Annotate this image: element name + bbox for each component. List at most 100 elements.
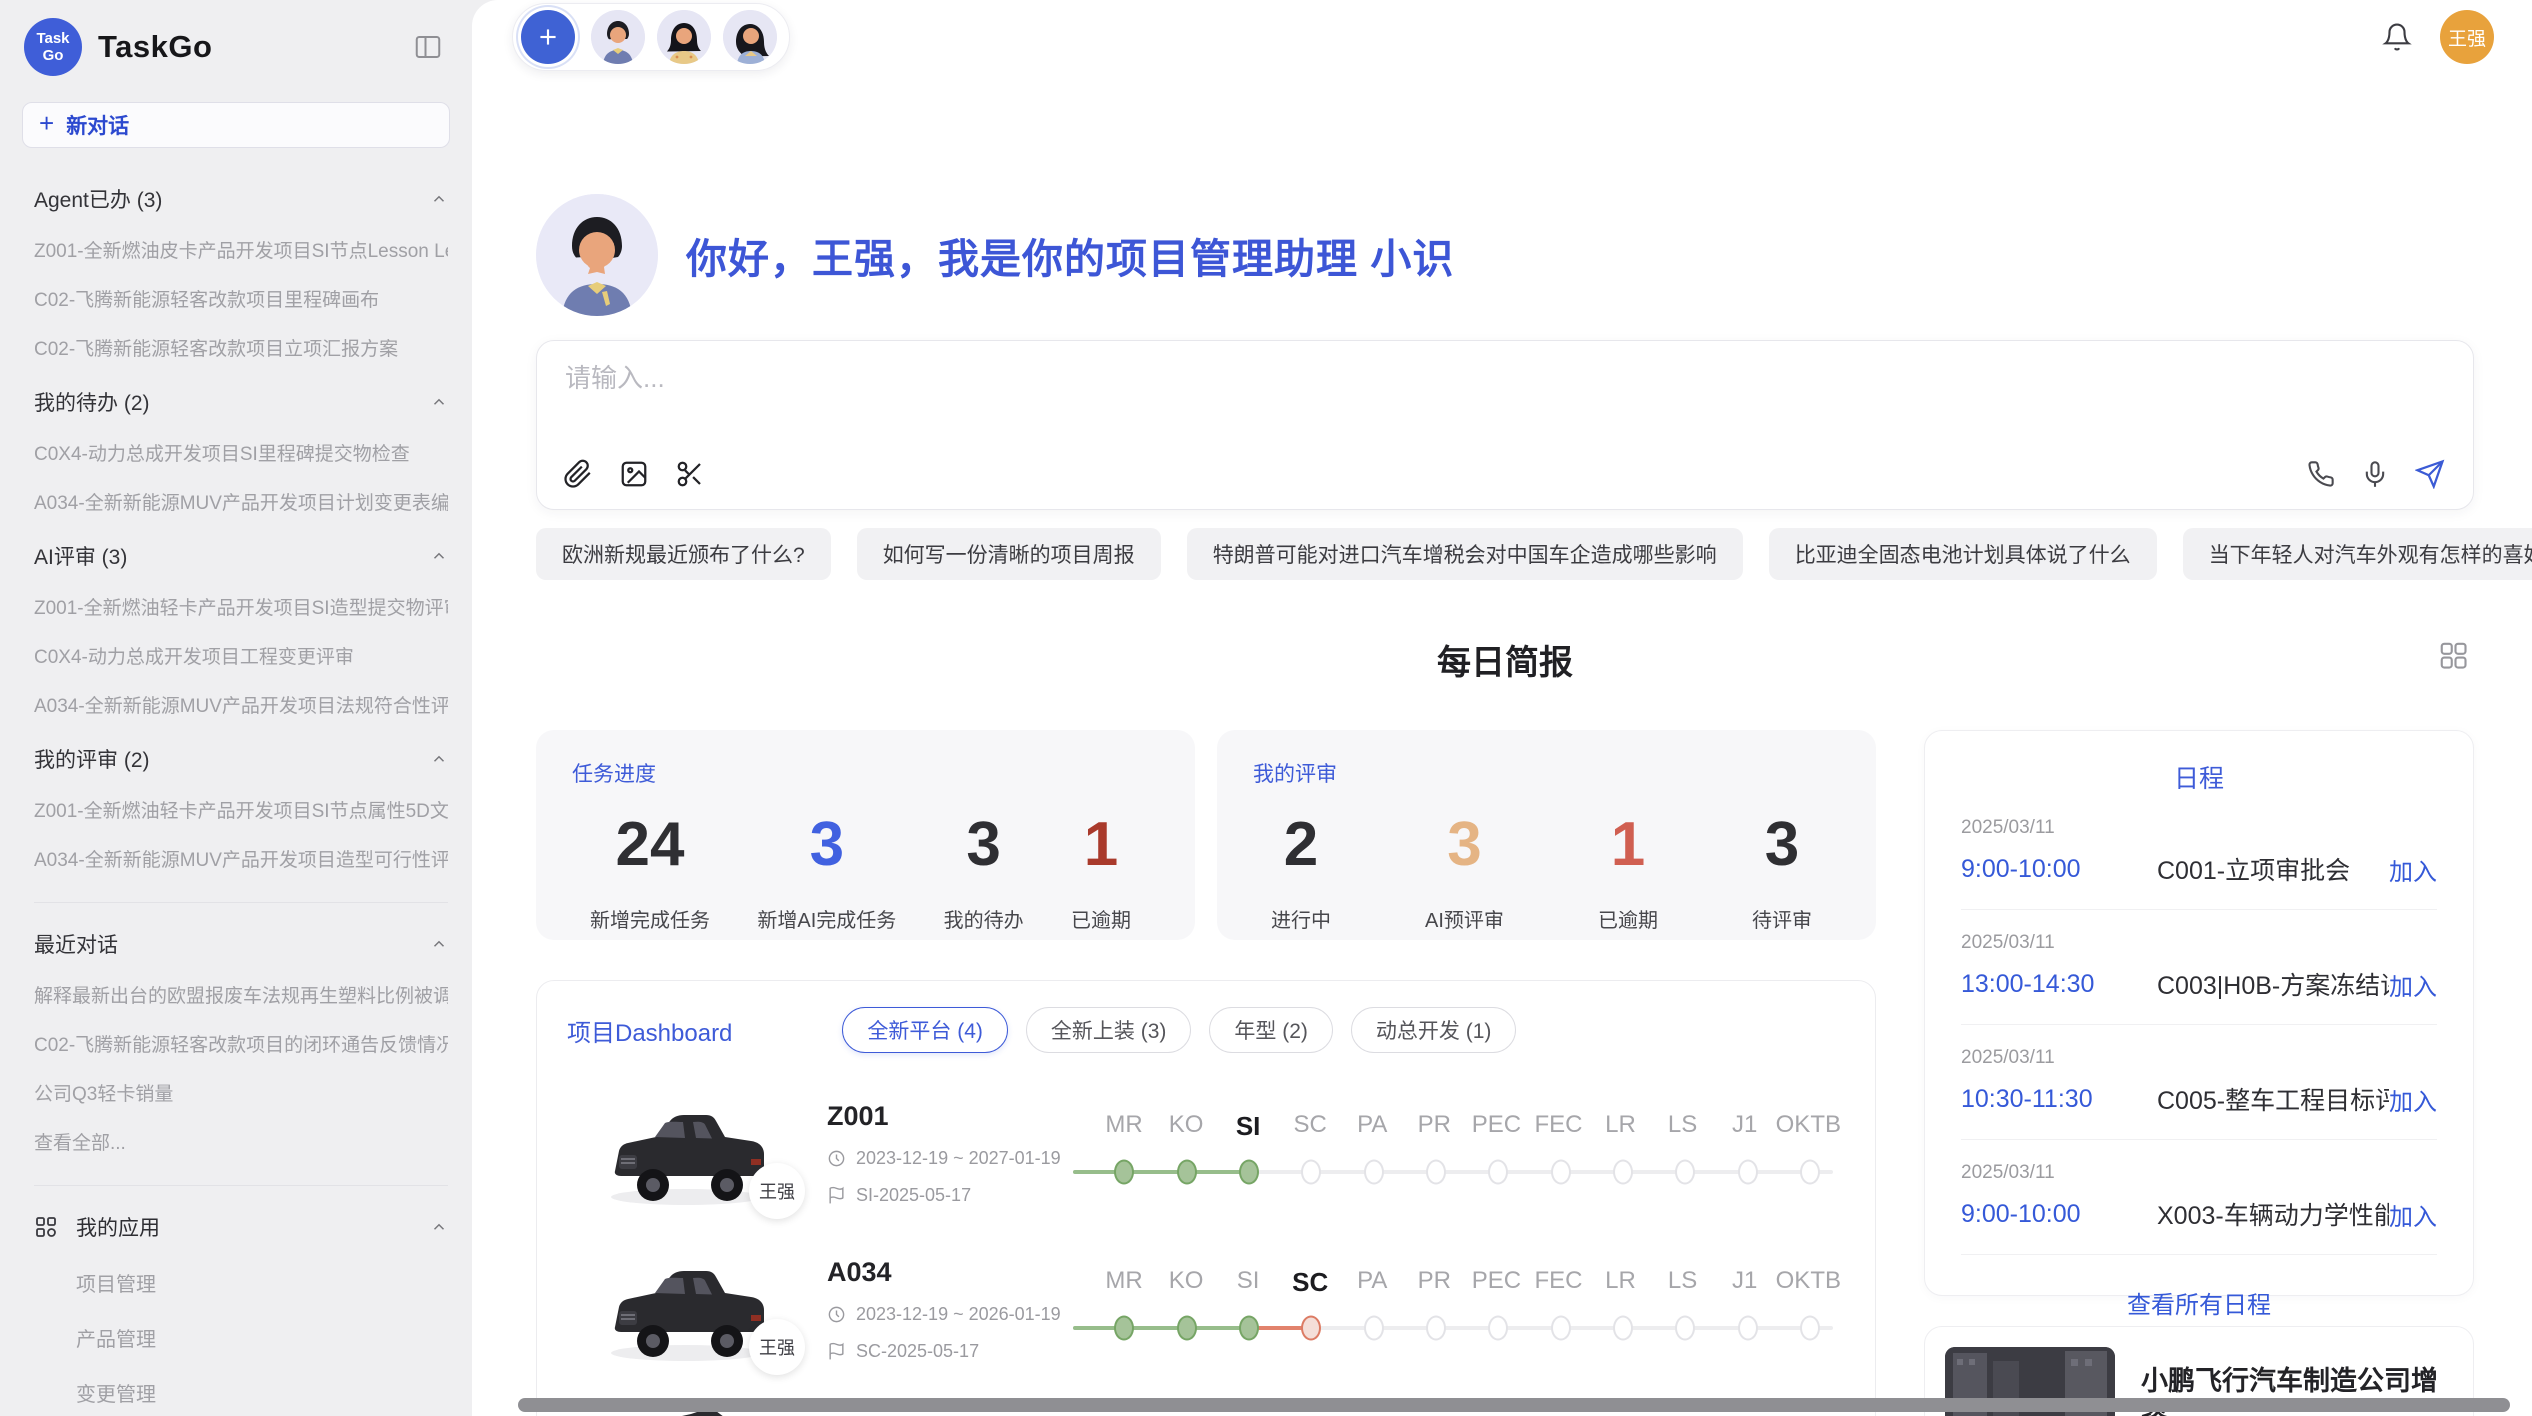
chevron-up-icon[interactable] xyxy=(430,1218,448,1236)
milestone-dot xyxy=(1114,1315,1134,1340)
stat-cells: 2 进行中 3 AI预评审 1 已逾期 xyxy=(1253,810,1840,933)
suggestion-chip[interactable]: 比亚迪全固态电池计划具体说了什么 xyxy=(1769,528,2157,580)
clock-icon xyxy=(827,1305,846,1324)
main-area: 王强 你好，王强，我是你的项目管理助理 小识 欧洲新规最近颁布了什么? xyxy=(472,0,2532,1416)
list-item[interactable]: Z001-全新燃油皮卡产品开发项目SI节点Lesson Learn报告 xyxy=(34,236,448,263)
stat-label: 新增完成任务 xyxy=(590,904,710,933)
dashboard-title: 项目Dashboard xyxy=(567,1013,732,1048)
tab-powertrain[interactable]: 动总开发 (1) xyxy=(1351,1007,1517,1053)
attach-icon[interactable] xyxy=(563,459,593,489)
plus-icon: + xyxy=(39,108,54,139)
notification-bell-icon[interactable] xyxy=(2382,22,2412,52)
view-all-recent[interactable]: 查看全部... xyxy=(34,1128,448,1155)
list-item[interactable]: C0X4-动力总成开发项目工程变更评审 xyxy=(34,642,448,669)
milestone-dot xyxy=(1177,1159,1197,1184)
stats-row: 任务进度 24 新增完成任务 3 新增AI完成任务 3 xyxy=(536,730,1876,940)
sidebar-item-project-mgmt[interactable]: 项目管理 xyxy=(34,1268,448,1297)
send-icon[interactable] xyxy=(2415,459,2445,489)
list-item[interactable]: 公司Q3轻卡销量 xyxy=(34,1079,448,1106)
milestone-dot xyxy=(1114,1159,1134,1184)
list-item[interactable]: 解释最新出台的欧盟报废车法规再生塑料比例被调至15%... xyxy=(34,981,448,1008)
right-column: 日程 2025/03/11 9:00-10:00 C001-立项审批会 加入 2… xyxy=(1924,730,2474,1416)
mic-icon[interactable] xyxy=(2361,460,2389,488)
section-my-todo[interactable]: 我的待办 (2) xyxy=(34,387,448,417)
suggestion-chip[interactable]: 如何写一份清晰的项目周报 xyxy=(857,528,1161,580)
phone-icon[interactable] xyxy=(2307,460,2335,488)
sidebar-item-change-mgmt[interactable]: 变更管理 xyxy=(34,1378,448,1407)
join-button[interactable]: 加入 xyxy=(2389,1197,2437,1232)
briefing-body: 任务进度 24 新增完成任务 3 新增AI完成任务 3 xyxy=(536,730,2474,1416)
image-icon[interactable] xyxy=(619,459,649,489)
sidebar-item-my-apps[interactable]: 我的应用 xyxy=(34,1212,448,1242)
suggestion-chip[interactable]: 特朗普可能对进口汽车增税会对中国车企造成哪些影响 xyxy=(1187,528,1743,580)
composer[interactable] xyxy=(536,340,2474,510)
list-item[interactable]: Z001-全新燃油轻卡产品开发项目SI造型提交物评审 xyxy=(34,593,448,620)
list-item[interactable]: C02-飞腾新能源轻客改款项目里程碑画布 xyxy=(34,285,448,312)
milestone-dot xyxy=(1239,1159,1259,1184)
list-item[interactable]: A034-全新新能源MUV产品开发项目造型可行性评审 xyxy=(34,845,448,872)
event-date: 2025/03/11 xyxy=(1961,1047,2437,1069)
chevron-up-icon[interactable] xyxy=(430,393,448,411)
add-session-button[interactable] xyxy=(521,10,575,64)
schedule-event: 2025/03/11 10:30-11:30 C005-整车工程目标评审 加入 xyxy=(1961,1047,2437,1140)
flag-icon xyxy=(827,1342,846,1361)
milestone-dot xyxy=(1426,1315,1446,1340)
milestone-dot xyxy=(1301,1315,1321,1340)
section-agent-done[interactable]: Agent已办 (3) xyxy=(34,184,448,214)
section-ai-review[interactable]: AI评审 (3) xyxy=(34,541,448,571)
avatar[interactable] xyxy=(591,10,645,64)
list-item[interactable]: C0X4-动力总成开发项目SI里程碑提交物检查 xyxy=(34,439,448,466)
avatar[interactable] xyxy=(657,10,711,64)
milestone-dot xyxy=(1488,1315,1508,1340)
join-button[interactable]: 加入 xyxy=(2389,967,2437,1002)
section-my-review[interactable]: 我的评审 (2) xyxy=(34,744,448,774)
logo-text-bottom: Go xyxy=(43,47,64,64)
milestone-label: LR xyxy=(1589,1111,1651,1142)
sidebar-header: Task Go TaskGo xyxy=(0,18,472,76)
avatar[interactable] xyxy=(723,10,777,64)
tab-new-platform[interactable]: 全新平台 (4) xyxy=(842,1007,1008,1053)
project-row[interactable]: 王强 A034 2023-12-19 ~ 2026-01-19 SC-2025-… xyxy=(557,1253,1851,1365)
project-dates: 2023-12-19 ~ 2027-01-19 xyxy=(827,1148,1077,1169)
list-item[interactable]: A034-全新新能源MUV产品开发项目法规符合性评审 xyxy=(34,691,448,718)
chat-input[interactable] xyxy=(565,363,2445,394)
sidebar-collapse-icon[interactable] xyxy=(412,32,444,62)
join-button[interactable]: 加入 xyxy=(2389,1082,2437,1117)
new-chat-label: 新对话 xyxy=(66,110,129,140)
list-item[interactable]: Z001-全新燃油轻卡产品开发项目SI节点属性5D文件评审 xyxy=(34,796,448,823)
greeting-block: 你好，王强，我是你的项目管理助理 小识 xyxy=(536,194,2474,316)
stat: 1 已逾期 xyxy=(1598,810,1658,933)
user-avatar[interactable]: 王强 xyxy=(2440,10,2494,64)
chevron-up-icon[interactable] xyxy=(430,190,448,208)
project-car-image: 王强 xyxy=(601,1253,771,1365)
milestone-label: SI xyxy=(1217,1267,1279,1298)
sidebar-item-product-mgmt[interactable]: 产品管理 xyxy=(34,1323,448,1352)
chevron-up-icon[interactable] xyxy=(430,935,448,953)
list-item[interactable]: C02-飞腾新能源轻客改款项目立项汇报方案 xyxy=(34,334,448,361)
stat-value: 24 xyxy=(590,810,710,880)
join-button[interactable]: 加入 xyxy=(2389,852,2437,887)
layout-grid-icon[interactable] xyxy=(2438,640,2468,670)
milestone-dot xyxy=(1301,1159,1321,1184)
tab-model-year[interactable]: 年型 (2) xyxy=(1209,1007,1333,1053)
event-time: 9:00-10:00 xyxy=(1961,1200,2157,1229)
horizontal-scrollbar[interactable] xyxy=(518,1398,2510,1412)
suggestion-chip[interactable]: 当下年轻人对汽车外观有怎样的喜好趋势 xyxy=(2183,528,2532,580)
tab-new-body[interactable]: 全新上装 (3) xyxy=(1026,1007,1192,1053)
milestone-dot xyxy=(1738,1315,1758,1340)
chevron-up-icon[interactable] xyxy=(430,547,448,565)
chevron-up-icon[interactable] xyxy=(430,750,448,768)
clock-icon xyxy=(827,1149,846,1168)
section-title: 我的评审 (2) xyxy=(34,744,150,774)
date-range: 2023-12-19 ~ 2027-01-19 xyxy=(856,1148,1061,1169)
project-row[interactable]: 王强 Z001 2023-12-19 ~ 2027-01-19 SI-2025-… xyxy=(557,1097,1851,1209)
section-recent-chats[interactable]: 最近对话 xyxy=(34,929,448,959)
event-date: 2025/03/11 xyxy=(1961,817,2437,839)
new-chat-button[interactable]: + 新对话 xyxy=(22,102,450,148)
scissors-icon[interactable] xyxy=(675,459,705,489)
suggestion-chip[interactable]: 欧洲新规最近颁布了什么? xyxy=(536,528,831,580)
list-item[interactable]: A034-全新新能源MUV产品开发项目计划变更表编写 xyxy=(34,488,448,515)
view-all-schedule[interactable]: 查看所有日程 xyxy=(1961,1285,2437,1320)
topbar: 王强 xyxy=(472,0,2532,74)
list-item[interactable]: C02-飞腾新能源轻客改款项目的闭环通告反馈情况 xyxy=(34,1030,448,1057)
